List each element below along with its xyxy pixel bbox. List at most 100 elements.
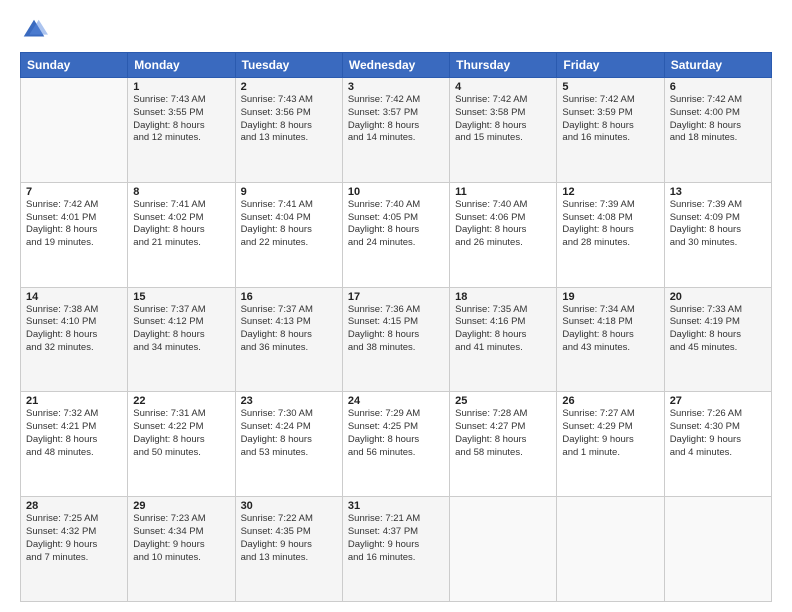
calendar-cell xyxy=(21,78,128,183)
day-number: 3 xyxy=(348,81,444,93)
day-info: Sunrise: 7:37 AMSunset: 4:12 PMDaylight:… xyxy=(133,304,229,355)
day-number: 10 xyxy=(348,186,444,198)
day-number: 17 xyxy=(348,291,444,303)
day-number: 16 xyxy=(241,291,337,303)
day-number: 31 xyxy=(348,500,444,512)
day-number: 8 xyxy=(133,186,229,198)
calendar-cell: 17Sunrise: 7:36 AMSunset: 4:15 PMDayligh… xyxy=(342,287,449,392)
day-number: 18 xyxy=(455,291,551,303)
day-info: Sunrise: 7:42 AMSunset: 3:59 PMDaylight:… xyxy=(562,94,658,145)
day-info: Sunrise: 7:25 AMSunset: 4:32 PMDaylight:… xyxy=(26,513,122,564)
day-number: 15 xyxy=(133,291,229,303)
calendar-week-row: 1Sunrise: 7:43 AMSunset: 3:55 PMDaylight… xyxy=(21,78,772,183)
day-number: 26 xyxy=(562,395,658,407)
day-number: 28 xyxy=(26,500,122,512)
calendar-cell xyxy=(557,497,664,602)
calendar-cell: 10Sunrise: 7:40 AMSunset: 4:05 PMDayligh… xyxy=(342,182,449,287)
day-info: Sunrise: 7:39 AMSunset: 4:09 PMDaylight:… xyxy=(670,199,766,250)
calendar-cell: 18Sunrise: 7:35 AMSunset: 4:16 PMDayligh… xyxy=(450,287,557,392)
calendar-cell: 25Sunrise: 7:28 AMSunset: 4:27 PMDayligh… xyxy=(450,392,557,497)
calendar-page: SundayMondayTuesdayWednesdayThursdayFrid… xyxy=(0,0,792,612)
day-info: Sunrise: 7:41 AMSunset: 4:04 PMDaylight:… xyxy=(241,199,337,250)
day-info: Sunrise: 7:28 AMSunset: 4:27 PMDaylight:… xyxy=(455,408,551,459)
day-info: Sunrise: 7:22 AMSunset: 4:35 PMDaylight:… xyxy=(241,513,337,564)
weekday-header-row: SundayMondayTuesdayWednesdayThursdayFrid… xyxy=(21,53,772,78)
calendar-week-row: 28Sunrise: 7:25 AMSunset: 4:32 PMDayligh… xyxy=(21,497,772,602)
calendar-week-row: 14Sunrise: 7:38 AMSunset: 4:10 PMDayligh… xyxy=(21,287,772,392)
calendar-cell: 24Sunrise: 7:29 AMSunset: 4:25 PMDayligh… xyxy=(342,392,449,497)
day-number: 11 xyxy=(455,186,551,198)
day-number: 4 xyxy=(455,81,551,93)
day-info: Sunrise: 7:42 AMSunset: 4:00 PMDaylight:… xyxy=(670,94,766,145)
day-info: Sunrise: 7:31 AMSunset: 4:22 PMDaylight:… xyxy=(133,408,229,459)
day-number: 25 xyxy=(455,395,551,407)
day-info: Sunrise: 7:37 AMSunset: 4:13 PMDaylight:… xyxy=(241,304,337,355)
day-info: Sunrise: 7:42 AMSunset: 3:58 PMDaylight:… xyxy=(455,94,551,145)
day-number: 12 xyxy=(562,186,658,198)
day-info: Sunrise: 7:42 AMSunset: 4:01 PMDaylight:… xyxy=(26,199,122,250)
calendar-week-row: 21Sunrise: 7:32 AMSunset: 4:21 PMDayligh… xyxy=(21,392,772,497)
calendar-cell: 23Sunrise: 7:30 AMSunset: 4:24 PMDayligh… xyxy=(235,392,342,497)
day-number: 5 xyxy=(562,81,658,93)
calendar-cell: 19Sunrise: 7:34 AMSunset: 4:18 PMDayligh… xyxy=(557,287,664,392)
calendar-cell: 2Sunrise: 7:43 AMSunset: 3:56 PMDaylight… xyxy=(235,78,342,183)
day-info: Sunrise: 7:43 AMSunset: 3:55 PMDaylight:… xyxy=(133,94,229,145)
weekday-header-sunday: Sunday xyxy=(21,53,128,78)
day-number: 29 xyxy=(133,500,229,512)
calendar-cell: 4Sunrise: 7:42 AMSunset: 3:58 PMDaylight… xyxy=(450,78,557,183)
day-number: 30 xyxy=(241,500,337,512)
calendar-cell: 7Sunrise: 7:42 AMSunset: 4:01 PMDaylight… xyxy=(21,182,128,287)
day-number: 27 xyxy=(670,395,766,407)
calendar-cell: 6Sunrise: 7:42 AMSunset: 4:00 PMDaylight… xyxy=(664,78,771,183)
day-info: Sunrise: 7:42 AMSunset: 3:57 PMDaylight:… xyxy=(348,94,444,145)
day-info: Sunrise: 7:38 AMSunset: 4:10 PMDaylight:… xyxy=(26,304,122,355)
calendar-cell: 30Sunrise: 7:22 AMSunset: 4:35 PMDayligh… xyxy=(235,497,342,602)
calendar-cell: 28Sunrise: 7:25 AMSunset: 4:32 PMDayligh… xyxy=(21,497,128,602)
day-info: Sunrise: 7:35 AMSunset: 4:16 PMDaylight:… xyxy=(455,304,551,355)
weekday-header-wednesday: Wednesday xyxy=(342,53,449,78)
day-number: 19 xyxy=(562,291,658,303)
day-info: Sunrise: 7:21 AMSunset: 4:37 PMDaylight:… xyxy=(348,513,444,564)
day-info: Sunrise: 7:39 AMSunset: 4:08 PMDaylight:… xyxy=(562,199,658,250)
day-info: Sunrise: 7:29 AMSunset: 4:25 PMDaylight:… xyxy=(348,408,444,459)
calendar-cell: 11Sunrise: 7:40 AMSunset: 4:06 PMDayligh… xyxy=(450,182,557,287)
calendar-cell: 5Sunrise: 7:42 AMSunset: 3:59 PMDaylight… xyxy=(557,78,664,183)
calendar-cell: 27Sunrise: 7:26 AMSunset: 4:30 PMDayligh… xyxy=(664,392,771,497)
day-number: 6 xyxy=(670,81,766,93)
calendar-cell: 14Sunrise: 7:38 AMSunset: 4:10 PMDayligh… xyxy=(21,287,128,392)
day-number: 7 xyxy=(26,186,122,198)
calendar-cell: 22Sunrise: 7:31 AMSunset: 4:22 PMDayligh… xyxy=(128,392,235,497)
day-info: Sunrise: 7:36 AMSunset: 4:15 PMDaylight:… xyxy=(348,304,444,355)
day-number: 21 xyxy=(26,395,122,407)
calendar-table: SundayMondayTuesdayWednesdayThursdayFrid… xyxy=(20,52,772,602)
calendar-cell: 15Sunrise: 7:37 AMSunset: 4:12 PMDayligh… xyxy=(128,287,235,392)
day-info: Sunrise: 7:30 AMSunset: 4:24 PMDaylight:… xyxy=(241,408,337,459)
day-info: Sunrise: 7:34 AMSunset: 4:18 PMDaylight:… xyxy=(562,304,658,355)
day-number: 23 xyxy=(241,395,337,407)
calendar-cell: 13Sunrise: 7:39 AMSunset: 4:09 PMDayligh… xyxy=(664,182,771,287)
weekday-header-saturday: Saturday xyxy=(664,53,771,78)
day-info: Sunrise: 7:43 AMSunset: 3:56 PMDaylight:… xyxy=(241,94,337,145)
day-number: 20 xyxy=(670,291,766,303)
calendar-cell: 31Sunrise: 7:21 AMSunset: 4:37 PMDayligh… xyxy=(342,497,449,602)
weekday-header-thursday: Thursday xyxy=(450,53,557,78)
day-info: Sunrise: 7:40 AMSunset: 4:06 PMDaylight:… xyxy=(455,199,551,250)
calendar-cell: 26Sunrise: 7:27 AMSunset: 4:29 PMDayligh… xyxy=(557,392,664,497)
day-info: Sunrise: 7:33 AMSunset: 4:19 PMDaylight:… xyxy=(670,304,766,355)
weekday-header-friday: Friday xyxy=(557,53,664,78)
calendar-cell: 21Sunrise: 7:32 AMSunset: 4:21 PMDayligh… xyxy=(21,392,128,497)
day-info: Sunrise: 7:23 AMSunset: 4:34 PMDaylight:… xyxy=(133,513,229,564)
calendar-cell: 9Sunrise: 7:41 AMSunset: 4:04 PMDaylight… xyxy=(235,182,342,287)
calendar-cell xyxy=(664,497,771,602)
calendar-cell: 20Sunrise: 7:33 AMSunset: 4:19 PMDayligh… xyxy=(664,287,771,392)
day-number: 24 xyxy=(348,395,444,407)
day-number: 13 xyxy=(670,186,766,198)
day-info: Sunrise: 7:41 AMSunset: 4:02 PMDaylight:… xyxy=(133,199,229,250)
day-number: 14 xyxy=(26,291,122,303)
day-number: 22 xyxy=(133,395,229,407)
calendar-cell: 12Sunrise: 7:39 AMSunset: 4:08 PMDayligh… xyxy=(557,182,664,287)
calendar-cell: 8Sunrise: 7:41 AMSunset: 4:02 PMDaylight… xyxy=(128,182,235,287)
day-number: 9 xyxy=(241,186,337,198)
logo-icon xyxy=(20,16,48,44)
calendar-cell: 16Sunrise: 7:37 AMSunset: 4:13 PMDayligh… xyxy=(235,287,342,392)
